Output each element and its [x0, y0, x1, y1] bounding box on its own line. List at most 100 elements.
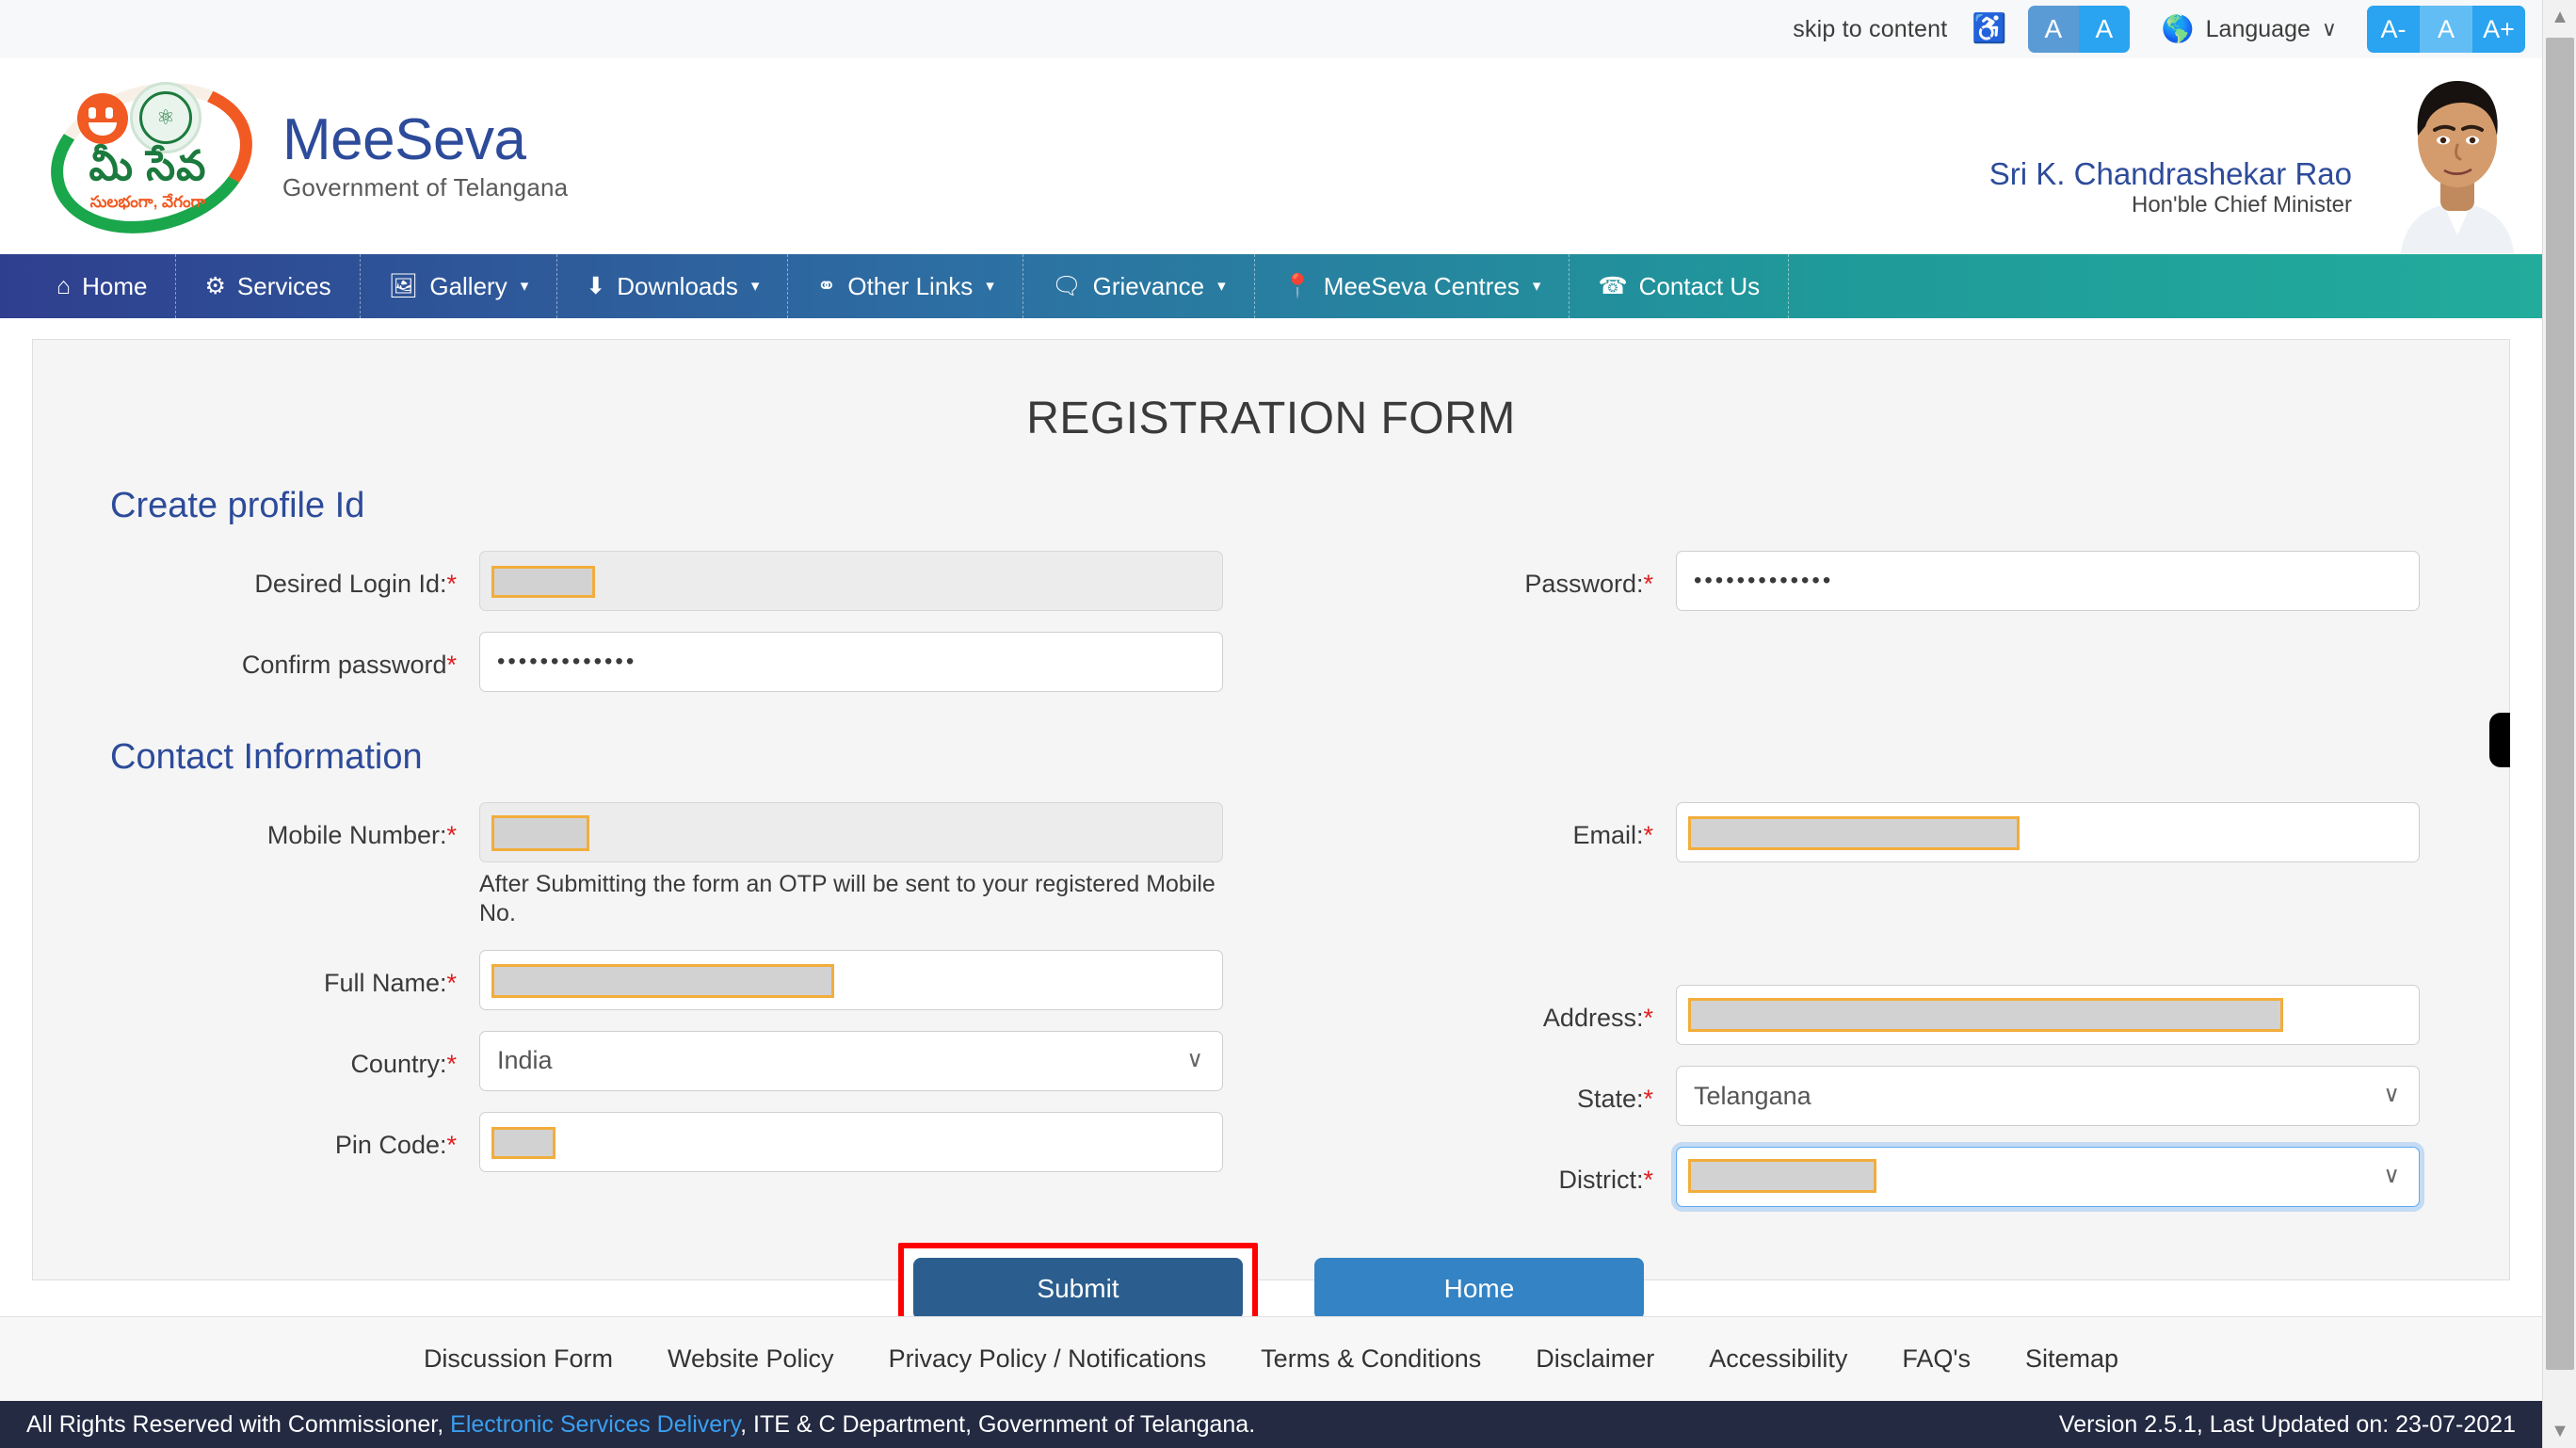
contrast-toggle-group: A A	[2027, 6, 2130, 53]
full-name-input[interactable]	[479, 949, 1223, 1010]
registration-form-card: REGISTRATION FORM Create profile Id Desi…	[32, 339, 2510, 1335]
state-select[interactable]: Telangana	[1676, 1066, 2420, 1126]
footer-link-discussion-form[interactable]: Discussion Form	[424, 1344, 613, 1374]
home-icon: ⌂	[56, 272, 72, 299]
field-row-country: Country:* India	[74, 1030, 1271, 1091]
required-asterisk: *	[446, 821, 457, 849]
field-row-state: State:* Telangana	[1271, 1066, 2468, 1126]
font-increase-button[interactable]: A+	[2472, 6, 2525, 53]
contrast-bright-button[interactable]: A	[2078, 6, 2130, 53]
submit-button[interactable]: Submit	[913, 1258, 1243, 1320]
nav-item-services[interactable]: ⚙ Services	[176, 254, 361, 318]
scroll-up-arrow-icon[interactable]: ▲	[2543, 0, 2576, 34]
label-password: Password:*	[1524, 570, 1653, 598]
footer-link-disclaimer[interactable]: Disclaimer	[1536, 1344, 1654, 1374]
field-row-desired-login-id: Desired Login Id:*	[74, 551, 1271, 611]
nav-item-downloads[interactable]: ⬇ Downloads ▾	[557, 254, 789, 318]
required-asterisk: *	[1643, 821, 1653, 849]
copyright-suffix: , ITE & C Department, Government of Tela…	[740, 1410, 1256, 1438]
accessibility-topbar: skip to content ♿ A A 🌎 Language ∨ A- A …	[0, 0, 2542, 58]
logo-telugu-subtext: సులభంగా, వేగంగా	[89, 193, 206, 211]
footer-link-privacy-policy[interactable]: Privacy Policy / Notifications	[889, 1344, 1207, 1374]
footer-link-terms-conditions[interactable]: Terms & Conditions	[1261, 1344, 1481, 1374]
label-state: State:*	[1576, 1085, 1653, 1113]
gear-icon: ⚙	[204, 272, 226, 299]
label-mobile-number: Mobile Number:*	[266, 821, 457, 849]
nav-label-contact-us: Contact Us	[1638, 271, 1761, 300]
nav-label-gallery: Gallery	[429, 271, 507, 300]
skip-to-content-link[interactable]: skip to content	[1793, 16, 1947, 43]
globe-icon: 🌎	[2161, 14, 2195, 43]
footer-link-accessibility[interactable]: Accessibility	[1709, 1344, 1847, 1374]
nav-item-other-links[interactable]: ⚭ Other Links ▾	[788, 254, 1023, 318]
required-asterisk: *	[1643, 570, 1653, 598]
nav-item-home[interactable]: ⌂ Home	[0, 254, 177, 318]
email-input[interactable]	[1676, 802, 2420, 862]
pin-code-input[interactable]	[479, 1111, 1223, 1172]
page-title: REGISTRATION FORM	[1026, 394, 1516, 443]
font-normal-button[interactable]: A	[2420, 6, 2472, 53]
redaction-overlay	[1688, 816, 2020, 850]
confirm-password-value: •••••••••••••	[497, 649, 637, 674]
section-heading-create-profile: Create profile Id	[110, 486, 365, 525]
footer-link-faqs[interactable]: FAQ's	[1902, 1344, 1971, 1374]
nav-item-contact-us[interactable]: ☎ Contact Us	[1570, 254, 1790, 318]
comment-icon: 🗨	[1051, 272, 1082, 299]
required-asterisk: *	[446, 570, 457, 598]
footer-link-website-policy[interactable]: Website Policy	[668, 1344, 834, 1374]
chevron-down-icon: ▾	[986, 277, 994, 295]
required-asterisk: *	[446, 1130, 457, 1159]
wheelchair-icon[interactable]: ♿	[1972, 15, 2006, 43]
profile-fields-grid: Desired Login Id:* Confirm password* •••…	[74, 551, 2468, 713]
field-row-full-name: Full Name:*	[74, 949, 1271, 1010]
meeseva-logo-icon: ⚛ మీ సేవ సులభంగా, వేగంగా	[32, 59, 271, 257]
required-asterisk: *	[1643, 1166, 1653, 1194]
footer-links: Discussion Form Website Policy Privacy P…	[0, 1316, 2542, 1401]
footer-link-sitemap[interactable]: Sitemap	[2025, 1344, 2118, 1374]
nav-label-downloads: Downloads	[617, 271, 738, 300]
required-asterisk: *	[446, 651, 457, 679]
district-select[interactable]	[1676, 1147, 2420, 1207]
redaction-overlay	[491, 1126, 555, 1159]
label-email: Email:*	[1572, 821, 1653, 849]
brand-title: MeeSeva	[282, 106, 526, 172]
cm-role: Hon'ble Chief Minister	[2131, 191, 2352, 217]
logo-telugu-text: మీ సేవ	[89, 143, 207, 189]
home-button[interactable]: Home	[1314, 1258, 1644, 1320]
main-navigation: ⌂ Home ⚙ Services 🖼 Gallery ▾ ⬇ Download…	[0, 254, 2542, 318]
side-tab-handle[interactable]	[2489, 713, 2510, 767]
page-content: REGISTRATION FORM Create profile Id Desi…	[0, 318, 2542, 1335]
site-masthead: ⚛ మీ సేవ సులభంగా, వేగంగా MeeSeva Governm…	[0, 58, 2542, 257]
password-value: •••••••••••••	[1694, 568, 1834, 593]
nav-item-gallery[interactable]: 🖼 Gallery ▾	[361, 254, 558, 318]
brand-block[interactable]: ⚛ మీ సేవ సులభంగా, వేగంగా MeeSeva Governm…	[0, 59, 568, 257]
page-scrollbar[interactable]: ▲ ▼	[2542, 0, 2576, 1448]
nav-label-meeseva-centres: MeeSeva Centres	[1323, 271, 1520, 300]
label-pin-code: Pin Code:*	[334, 1130, 457, 1159]
desired-login-id-input[interactable]	[479, 551, 1223, 611]
footer-copyright-bar: All Rights Reserved with Commissioner, E…	[0, 1401, 2542, 1448]
address-input[interactable]	[1676, 985, 2420, 1045]
label-full-name: Full Name:*	[323, 968, 457, 997]
confirm-password-input[interactable]: •••••••••••••	[479, 632, 1223, 692]
mobile-number-input[interactable]	[479, 802, 1223, 862]
label-district: District:*	[1558, 1166, 1653, 1194]
chevron-down-icon: ▾	[750, 277, 760, 295]
scrollbar-thumb[interactable]	[2546, 38, 2574, 1370]
country-select[interactable]: India	[479, 1030, 1223, 1091]
font-size-group: A- A A+	[2367, 6, 2525, 53]
required-asterisk: *	[1643, 1004, 1653, 1032]
language-selector[interactable]: 🌎 Language ∨	[2162, 16, 2337, 43]
label-address: Address:*	[1542, 1004, 1653, 1032]
scroll-down-arrow-icon[interactable]: ▼	[2543, 1414, 2576, 1448]
font-decrease-button[interactable]: A-	[2367, 6, 2420, 53]
chevron-down-icon: ▾	[1217, 277, 1226, 295]
nav-item-meeseva-centres[interactable]: 📍 MeeSeva Centres ▾	[1255, 254, 1570, 318]
password-input[interactable]: •••••••••••••	[1676, 551, 2420, 611]
contact-fields-grid: Mobile Number:* After Submitting the for…	[74, 802, 2468, 1228]
nav-item-grievance[interactable]: 🗨 Grievance ▾	[1023, 254, 1255, 318]
browser-page: skip to content ♿ A A 🌎 Language ∨ A- A …	[0, 0, 2576, 1448]
electronic-services-delivery-link[interactable]: Electronic Services Delivery	[450, 1411, 740, 1438]
link-icon: ⚭	[816, 272, 837, 299]
contrast-dim-button[interactable]: A	[2027, 6, 2079, 53]
